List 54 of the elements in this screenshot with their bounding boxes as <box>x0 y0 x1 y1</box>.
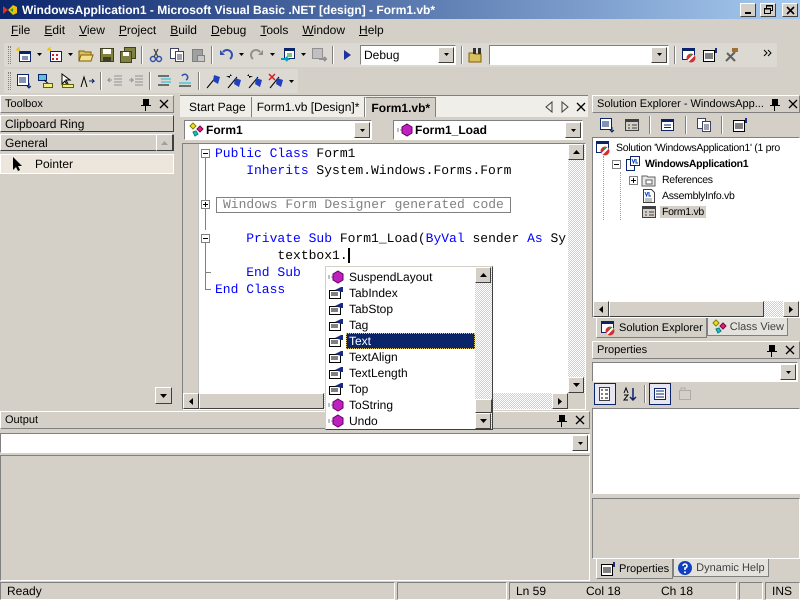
method-dropdown[interactable]: Form1_Load <box>393 120 583 140</box>
tree-item[interactable]: WindowsApplication1 <box>643 158 750 170</box>
toolbox-tab[interactable]: Clipboard Ring <box>0 115 174 132</box>
class-dropdown[interactable]: Form1 <box>184 120 372 140</box>
panel-tab[interactable]: Class View <box>706 318 788 336</box>
document-tab[interactable]: Start Page <box>184 97 252 117</box>
completion-item[interactable]: TextAlign <box>346 349 475 365</box>
tree-item[interactable]: References <box>660 174 715 186</box>
panel-tab[interactable]: Dynamic Help <box>673 559 769 577</box>
completion-item[interactable]: Text <box>346 333 475 349</box>
code-line: Private Sub Form1_Load(ByVal sender As Sy <box>245 231 566 246</box>
tree-item[interactable]: Form1.vb <box>660 206 706 218</box>
panel-tab[interactable]: Properties <box>596 559 674 579</box>
window-title: WindowsApplication1 - Microsoft Visual Basic .NET [design] - Form1.vb* <box>22 2 436 16</box>
code-line: End Sub <box>245 265 301 280</box>
panel-title: Solution Explorer - WindowsApp... <box>597 98 764 110</box>
code-line: textbox1. <box>276 248 348 263</box>
completion-item[interactable]: ToString <box>346 397 475 413</box>
menu-item[interactable]: Help <box>352 23 391 37</box>
menu-item[interactable]: Debug <box>204 23 254 37</box>
toolbox-tab[interactable]: General <box>0 134 174 151</box>
completion-item[interactable]: TabIndex <box>346 285 475 301</box>
configuration-dropdown[interactable]: Debug <box>360 44 456 64</box>
column-number: Col 18 <box>586 584 622 598</box>
character-number: Ch 18 <box>661 584 694 598</box>
panel-tab[interactable]: Solution Explorer <box>596 318 707 338</box>
menu-item[interactable]: Project <box>112 23 164 37</box>
insert-mode: INS <box>765 582 800 600</box>
code-line: Inherits System.Windows.Forms.Form <box>245 163 512 178</box>
menu-item[interactable]: Tools <box>253 23 296 37</box>
completion-item[interactable]: Undo <box>346 413 475 429</box>
menu-item[interactable]: Window <box>295 23 352 37</box>
completion-item[interactable]: Tag <box>346 317 475 333</box>
code-line: Public Class Form1 <box>215 146 356 161</box>
collapsed-region[interactable]: Windows Form Designer generated code <box>216 196 511 212</box>
panel-title: Toolbox <box>5 98 43 110</box>
menu-item[interactable]: Edit <box>37 23 72 37</box>
panel-title: Properties <box>597 344 648 356</box>
document-tab[interactable]: Form1.vb* <box>365 97 436 117</box>
completion-item[interactable]: TextLength <box>346 365 475 381</box>
panel-title: Output <box>5 414 38 426</box>
menu-item[interactable]: View <box>72 23 112 37</box>
completion-item[interactable]: Top <box>346 381 475 397</box>
line-number: Ln 59 <box>516 584 548 598</box>
code-line: End Class <box>215 282 286 297</box>
menu-item[interactable]: File <box>4 23 38 37</box>
completion-item[interactable]: TabStop <box>346 301 475 317</box>
status-message: Ready <box>0 582 395 600</box>
item-label: Pointer <box>35 157 74 171</box>
completion-item[interactable]: SuspendLayout <box>346 269 475 285</box>
tree-item[interactable]: Solution 'WindowsApplication1' (1 pro <box>614 142 782 154</box>
toolbox-item[interactable]: Pointer <box>0 154 174 174</box>
menu-item[interactable]: Build <box>163 23 204 37</box>
tree-item[interactable]: AssemblyInfo.vb <box>660 190 737 202</box>
